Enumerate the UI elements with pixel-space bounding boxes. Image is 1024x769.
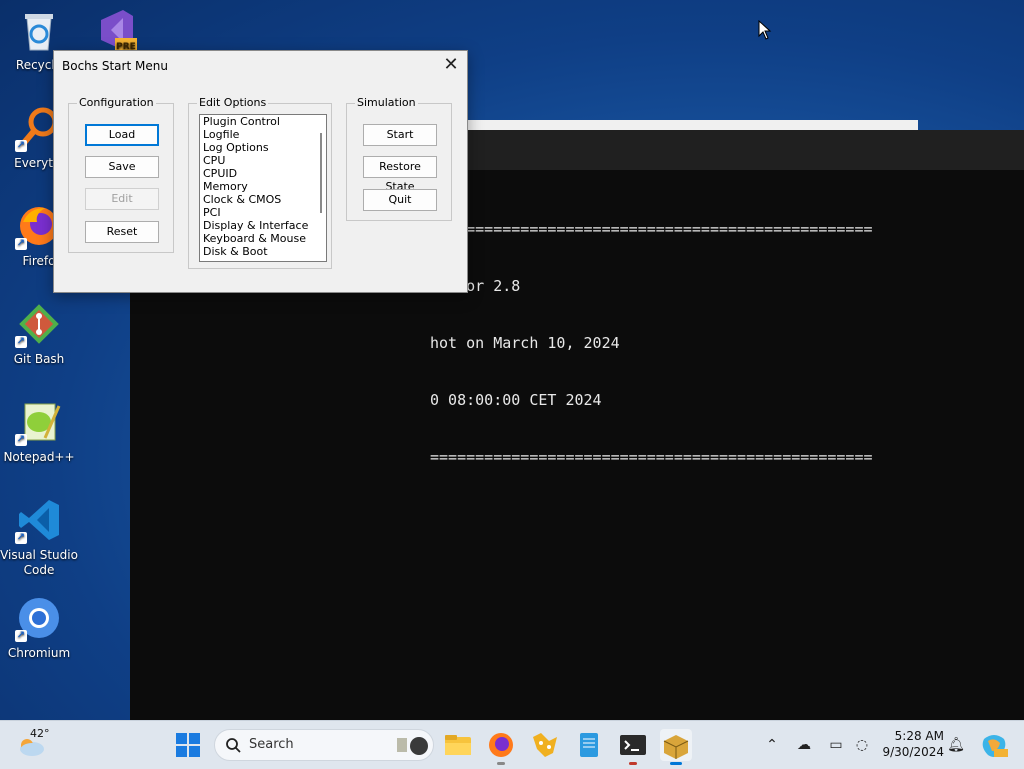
- quit-button[interactable]: Quit: [363, 189, 437, 211]
- listbox-scrollbar[interactable]: [316, 115, 326, 261]
- weather-widget[interactable]: 42°: [16, 727, 56, 759]
- shortcut-arrow-icon: ↗: [15, 532, 27, 544]
- shortcut-arrow-icon: ↗: [15, 238, 27, 250]
- desktop-icon-notepad-plus-plus[interactable]: ↗ Notepad++: [0, 398, 78, 465]
- display-icon[interactable]: ▭: [826, 735, 846, 755]
- copilot-icon[interactable]: [978, 729, 1010, 761]
- terminal-line: hot on March 10, 2024: [430, 334, 620, 352]
- search-placeholder: Search: [249, 737, 294, 752]
- bochs-start-menu-dialog: Bochs Start Menu ✕ Configuration Load Sa…: [53, 50, 468, 293]
- notepad-plus-plus-icon: ↗: [15, 398, 63, 446]
- terminal-line: ulator 2.8: [430, 277, 521, 295]
- edit-options-group: Edit Options Plugin Control Logfile Log …: [188, 96, 332, 269]
- git-bash-icon: ↗: [15, 300, 63, 348]
- close-icon[interactable]: ✕: [439, 53, 463, 77]
- configuration-group-title: Configuration: [77, 96, 156, 109]
- configuration-group: Configuration Load Save Edit Reset: [68, 96, 174, 253]
- clock-date: 9/30/2024: [882, 745, 944, 759]
- list-item[interactable]: Keyboard & Mouse: [200, 232, 326, 245]
- list-item[interactable]: PCI: [200, 206, 326, 219]
- shortcut-arrow-icon: ↗: [15, 140, 27, 152]
- start-button[interactable]: Start: [363, 124, 437, 146]
- start-icon[interactable]: [172, 729, 204, 761]
- taskbar: 42° Search ⌃ ☁ ▭ ◌ 5:28 AM 9/30/2024 🔔︎: [0, 720, 1024, 769]
- desktop-icon-label: Chromium: [7, 646, 71, 660]
- list-item[interactable]: Log Options: [200, 141, 326, 154]
- terminal-line: 0 08:00:00 CET 2024: [430, 391, 602, 409]
- weather-temperature: 42°: [30, 727, 50, 740]
- desktop-icon-vscode[interactable]: ↗ Visual Studio Code: [0, 496, 78, 578]
- running-indicator: [629, 762, 637, 765]
- list-item[interactable]: Clock & CMOS: [200, 193, 326, 206]
- network-icon[interactable]: ◌: [852, 735, 872, 755]
- file-explorer-icon[interactable]: [442, 729, 474, 761]
- save-button[interactable]: Save: [85, 156, 159, 178]
- list-item[interactable]: Logfile: [200, 128, 326, 141]
- running-indicator: [670, 762, 682, 765]
- vscode-icon: ↗: [15, 496, 63, 544]
- list-item[interactable]: Disk & Boot: [200, 245, 326, 258]
- desktop-icon-label: Git Bash: [13, 352, 65, 366]
- search-box[interactable]: Search: [214, 729, 434, 761]
- onedrive-offline-icon[interactable]: ☁: [794, 735, 814, 755]
- shortcut-arrow-icon: ↗: [15, 630, 27, 642]
- edit-button: Edit: [85, 188, 159, 210]
- desktop-icon-label: Visual Studio Code: [0, 548, 78, 577]
- reset-button[interactable]: Reset: [85, 221, 159, 243]
- recycle-bin-icon: [15, 6, 63, 54]
- terminal-icon[interactable]: [617, 729, 649, 765]
- simulation-group: Simulation Start Restore State Quit: [346, 96, 452, 221]
- clock-time: 5:28 AM: [894, 729, 944, 743]
- desktop-icon-git-bash[interactable]: ↗ Git Bash: [0, 300, 78, 367]
- mouse-cursor-icon: [758, 19, 772, 43]
- git-icon[interactable]: [529, 729, 561, 761]
- list-item[interactable]: Plugin Control: [200, 115, 326, 128]
- visual-studio-preview-icon: PRE: [93, 6, 141, 54]
- edit-options-group-title: Edit Options: [197, 96, 269, 109]
- terminal-line: ========================================…: [430, 220, 873, 238]
- shortcut-arrow-icon: ↗: [15, 336, 27, 348]
- shortcut-arrow-icon: ↗: [15, 434, 27, 446]
- firefox-icon[interactable]: [485, 729, 517, 765]
- list-item[interactable]: Display & Interface: [200, 219, 326, 232]
- dialog-title: Bochs Start Menu: [62, 59, 168, 73]
- terminal-line: ========================================…: [430, 448, 873, 466]
- list-item[interactable]: CPU: [200, 154, 326, 167]
- edit-options-listbox[interactable]: Plugin Control Logfile Log Options CPU C…: [199, 114, 327, 262]
- list-item[interactable]: CPUID: [200, 167, 326, 180]
- terminal-output: ========================================…: [430, 182, 873, 505]
- search-highlight-icon: [397, 737, 428, 755]
- notepad-icon[interactable]: [573, 729, 605, 761]
- desktop-icon-label: Notepad++: [3, 450, 75, 464]
- chromium-icon: ↗: [15, 594, 63, 642]
- chevron-up-icon[interactable]: ⌃: [762, 735, 782, 755]
- clock[interactable]: 5:28 AM 9/30/2024: [880, 728, 944, 760]
- scrollbar-thumb[interactable]: [320, 133, 322, 213]
- restore-state-button[interactable]: Restore State: [363, 156, 437, 193]
- running-indicator: [497, 762, 505, 765]
- simulation-group-title: Simulation: [355, 96, 418, 109]
- load-button[interactable]: Load: [85, 124, 159, 146]
- notification-bell-icon[interactable]: 🔔︎: [946, 735, 966, 755]
- list-item[interactable]: Memory: [200, 180, 326, 193]
- desktop-icon-chromium[interactable]: ↗ Chromium: [0, 594, 78, 661]
- search-icon: [226, 738, 241, 753]
- bochs-icon[interactable]: [660, 729, 692, 765]
